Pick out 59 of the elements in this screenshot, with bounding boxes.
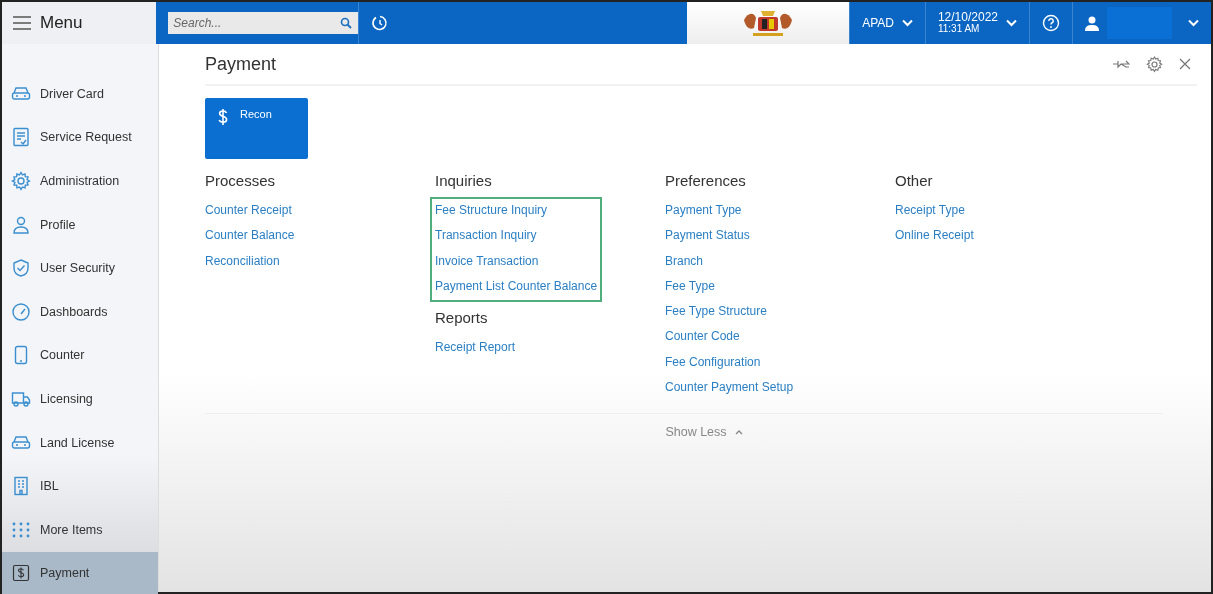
menu-link[interactable]: Fee Type Structure <box>665 300 767 326</box>
sidebar-item[interactable]: Counter <box>2 333 158 378</box>
sidebar-item[interactable]: Profile <box>2 202 158 247</box>
section-heading: Processes <box>205 171 277 191</box>
shield-icon <box>11 258 31 279</box>
history-icon <box>371 14 390 32</box>
search-icon <box>340 17 353 29</box>
help-icon <box>1042 14 1060 32</box>
menu-link[interactable]: Receipt Type <box>895 199 965 225</box>
recon-tile[interactable]: Recon <box>205 98 308 159</box>
menu-button[interactable]: Menu <box>2 2 157 44</box>
page-title: Payment <box>205 53 277 75</box>
menu-link[interactable]: Counter Code <box>665 325 740 351</box>
sidebar-item[interactable]: Payment <box>2 551 158 594</box>
chevron-down-icon <box>901 19 913 27</box>
menu-link[interactable]: Counter Payment Setup <box>665 376 794 402</box>
menu-link[interactable]: Payment Status <box>665 224 750 250</box>
form-icon <box>11 127 31 148</box>
sidebar-item[interactable]: IBL <box>2 464 158 508</box>
person-icon <box>11 214 31 235</box>
settings-icon[interactable] <box>1146 55 1163 73</box>
section-heading: Other <box>895 171 934 191</box>
sidebar-item[interactable]: Land License <box>2 420 158 465</box>
chevron-down-icon <box>1188 19 1199 27</box>
menu-link[interactable]: Counter Receipt <box>205 199 292 225</box>
menu-link[interactable]: Receipt Report <box>435 336 516 362</box>
menu-link[interactable]: Fee Configuration <box>665 350 761 377</box>
menu-link[interactable]: Online Receipt <box>895 224 974 250</box>
menu-link[interactable]: Payment Type <box>665 199 742 225</box>
menu-link[interactable]: Counter Balance <box>205 224 295 250</box>
menu-link[interactable]: Invoice Transaction <box>435 249 539 275</box>
menu-link[interactable]: Fee Type <box>665 274 715 301</box>
chevron-down-icon <box>1006 19 1017 27</box>
search-field[interactable]: Search... <box>168 12 359 34</box>
sidebar-item[interactable]: User Security <box>2 246 158 290</box>
sidebar-item[interactable]: Administration <box>2 159 158 203</box>
section-heading: Reports <box>435 308 489 329</box>
dollar-icon <box>218 108 228 126</box>
menu-link[interactable]: Payment List Counter Balance <box>435 274 598 301</box>
building-icon <box>11 476 31 497</box>
close-icon[interactable] <box>1179 58 1191 70</box>
sidebar-item[interactable]: Driver Card <box>2 72 158 116</box>
dollar-icon <box>11 563 31 584</box>
menu-link[interactable]: Transaction Inquiry <box>435 224 537 250</box>
menu-link[interactable]: Fee Structure Inquiry <box>435 199 548 225</box>
sidebar-item[interactable]: More Items <box>2 507 158 552</box>
menu-icon <box>12 16 32 30</box>
gear-icon <box>11 171 31 191</box>
section-heading: Preferences <box>665 171 747 191</box>
menu-link[interactable]: Reconciliation <box>205 249 280 275</box>
section-heading: Inquiries <box>435 171 493 191</box>
user-icon <box>1085 15 1099 31</box>
gauge-icon <box>11 301 31 322</box>
sidebar-item[interactable]: Dashboards <box>2 289 158 334</box>
sidebar-item[interactable]: Licensing <box>2 377 158 421</box>
show-less-button[interactable]: Show Less <box>665 421 743 444</box>
menu-link[interactable]: Branch <box>665 249 704 275</box>
sidebar-item[interactable]: Service Request <box>2 115 158 160</box>
caret-up-icon <box>734 429 743 435</box>
